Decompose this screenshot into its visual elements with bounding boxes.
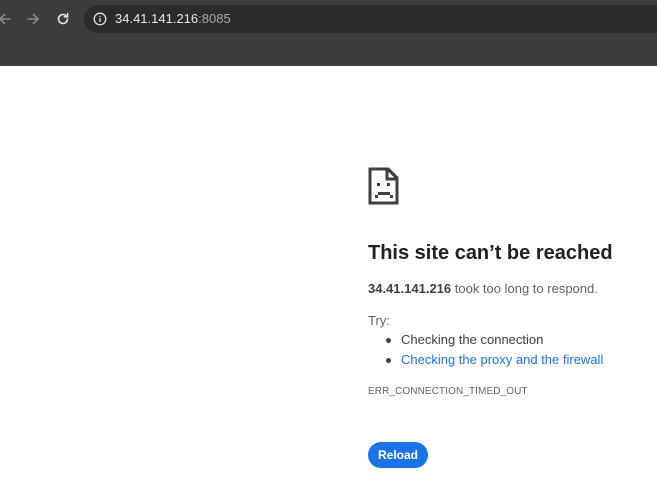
browser-chrome: 34.41.141.216:8085 (0, 0, 657, 66)
arrow-right-icon (27, 13, 39, 25)
sad-page-icon (368, 167, 399, 205)
error-host: 34.41.141.216 (368, 281, 452, 296)
error-page: This site can’t be reached 34.41.141.216… (0, 66, 657, 500)
browser-toolbar: 34.41.141.216:8085 (0, 4, 657, 34)
url-host: 34.41.141.216 (115, 11, 199, 26)
bullet-icon (386, 338, 391, 343)
arrow-left-icon (0, 13, 11, 25)
suggestion-label: Checking the connection (401, 332, 544, 347)
suggestion-check-proxy-firewall[interactable]: Checking the proxy and the firewall (368, 350, 603, 370)
error-description: 34.41.141.216 took too long to respond. (368, 281, 598, 296)
url-port: :8085 (198, 11, 231, 26)
reload-button[interactable]: Reload (368, 442, 428, 468)
bullet-icon (386, 358, 391, 363)
back-button[interactable] (0, 8, 16, 30)
error-description-text: took too long to respond. (451, 281, 598, 296)
url-text[interactable]: 34.41.141.216:8085 (115, 11, 231, 26)
forward-button[interactable] (22, 8, 44, 30)
browser-reload-button[interactable] (52, 8, 74, 30)
reload-icon (57, 12, 69, 25)
error-title: This site can’t be reached (368, 242, 613, 264)
suggestion-link-label[interactable]: Checking the proxy and the firewall (401, 352, 603, 367)
try-label: Try: (368, 313, 390, 328)
address-bar[interactable]: 34.41.141.216:8085 (84, 5, 657, 33)
info-icon[interactable] (93, 12, 107, 26)
suggestion-list: Checking the connection Checking the pro… (368, 330, 603, 370)
error-code: ERR_CONNECTION_TIMED_OUT (368, 386, 528, 397)
suggestion-check-connection: Checking the connection (368, 330, 603, 350)
